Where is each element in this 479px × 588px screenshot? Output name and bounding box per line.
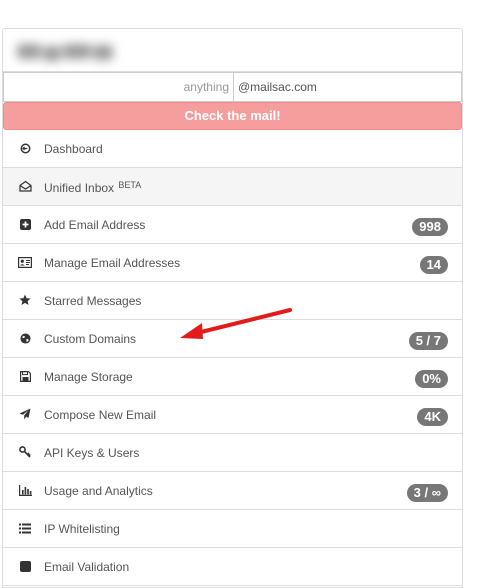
menu-item-manage-emails[interactable]: Manage Email Addresses 14	[3, 244, 462, 282]
key-icon	[18, 445, 32, 459]
menu-label: API Keys & Users	[44, 446, 140, 460]
menu-item-email-validation[interactable]: Email Validation	[3, 548, 462, 586]
menu-label: IP Whitelisting	[44, 522, 120, 536]
user-header	[3, 29, 462, 72]
dashboard-icon	[18, 141, 32, 155]
bar-chart-icon	[18, 483, 32, 497]
menu-label: Email Validation	[44, 560, 130, 574]
menu-label-text: Unified Inbox	[44, 181, 115, 195]
floppy-disk-icon	[18, 369, 32, 383]
menu-item-compose[interactable]: Compose New Email 4K	[3, 396, 462, 434]
star-icon	[18, 293, 32, 307]
inbox-name-input[interactable]	[3, 72, 233, 102]
menu-item-starred[interactable]: Starred Messages	[3, 282, 462, 320]
count-badge: 3 / ∞	[406, 484, 448, 502]
menu-label: Manage Storage	[44, 370, 133, 384]
menu-item-usage-analytics[interactable]: Usage and Analytics 3 / ∞	[3, 472, 462, 510]
menu-label: Custom Domains	[44, 332, 137, 346]
count-badge: 14	[419, 256, 448, 274]
envelope-open-icon	[18, 179, 32, 193]
menu-label: Manage Email Addresses	[44, 256, 181, 270]
check-mail-button[interactable]: Check the mail!	[3, 102, 462, 130]
menu-label: Add Email Address	[44, 218, 146, 232]
menu-item-add-email[interactable]: Add Email Address 998	[3, 206, 462, 244]
globe-icon	[18, 331, 32, 345]
menu-label: Dashboard	[44, 142, 103, 156]
count-badge: 5 / 7	[408, 332, 448, 350]
menu-label: Starred Messages	[44, 294, 142, 308]
sidebar-menu: Dashboard Unified Inbox BETA Add Email A…	[3, 130, 462, 586]
count-badge: 998	[412, 218, 448, 236]
menu-item-unified-inbox[interactable]: Unified Inbox BETA	[3, 168, 462, 206]
count-badge: 0%	[415, 370, 448, 388]
paper-plane-icon	[18, 407, 32, 421]
check-square-icon	[18, 559, 32, 573]
sidebar-panel: Check the mail! Dashboard Unified Inbox …	[2, 28, 463, 588]
menu-label: Usage and Analytics	[44, 484, 153, 498]
count-badge: 4K	[417, 408, 448, 426]
domain-field[interactable]	[233, 72, 462, 102]
plus-square-icon	[18, 217, 32, 231]
id-card-icon	[18, 255, 32, 269]
menu-label: Unified Inbox BETA	[44, 180, 141, 195]
menu-item-custom-domains[interactable]: Custom Domains 5 / 7	[3, 320, 462, 358]
list-icon	[18, 521, 32, 535]
inbox-search-row	[3, 72, 462, 102]
menu-item-manage-storage[interactable]: Manage Storage 0%	[3, 358, 462, 396]
beta-tag: BETA	[118, 180, 142, 190]
menu-item-api-keys[interactable]: API Keys & Users	[3, 434, 462, 472]
menu-label: Compose New Email	[44, 408, 157, 422]
menu-item-dashboard[interactable]: Dashboard	[3, 130, 462, 168]
blurred-username	[17, 41, 117, 61]
menu-item-ip-whitelisting[interactable]: IP Whitelisting	[3, 510, 462, 548]
